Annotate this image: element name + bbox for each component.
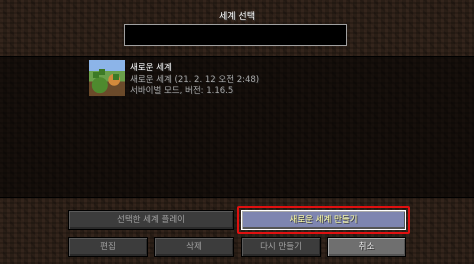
search-input[interactable] [124,24,347,46]
world-list[interactable]: 새로운 세계 새로운 세계 (21. 2. 12 오전 2:48) 서바이벌 모… [0,56,474,198]
screen-title: 세계 선택 [219,12,255,22]
world-mode-version: 서바이벌 모드, 버전: 1.16.5 [130,86,234,96]
world-thumbnail-icon [89,60,125,96]
play-selected-world-button[interactable]: 선택한 세계 플레이 [68,210,234,230]
world-name: 새로운 세계 [130,63,172,73]
delete-button[interactable]: 삭제 [154,237,234,257]
create-new-world-button[interactable]: 새로운 세계 만들기 [241,210,406,230]
recreate-button[interactable]: 다시 만들기 [241,237,321,257]
edit-button[interactable]: 편집 [68,237,148,257]
cancel-button[interactable]: 취소 [327,237,406,257]
world-entry[interactable]: 새로운 세계 새로운 세계 (21. 2. 12 오전 2:48) 서바이벌 모… [89,60,389,98]
